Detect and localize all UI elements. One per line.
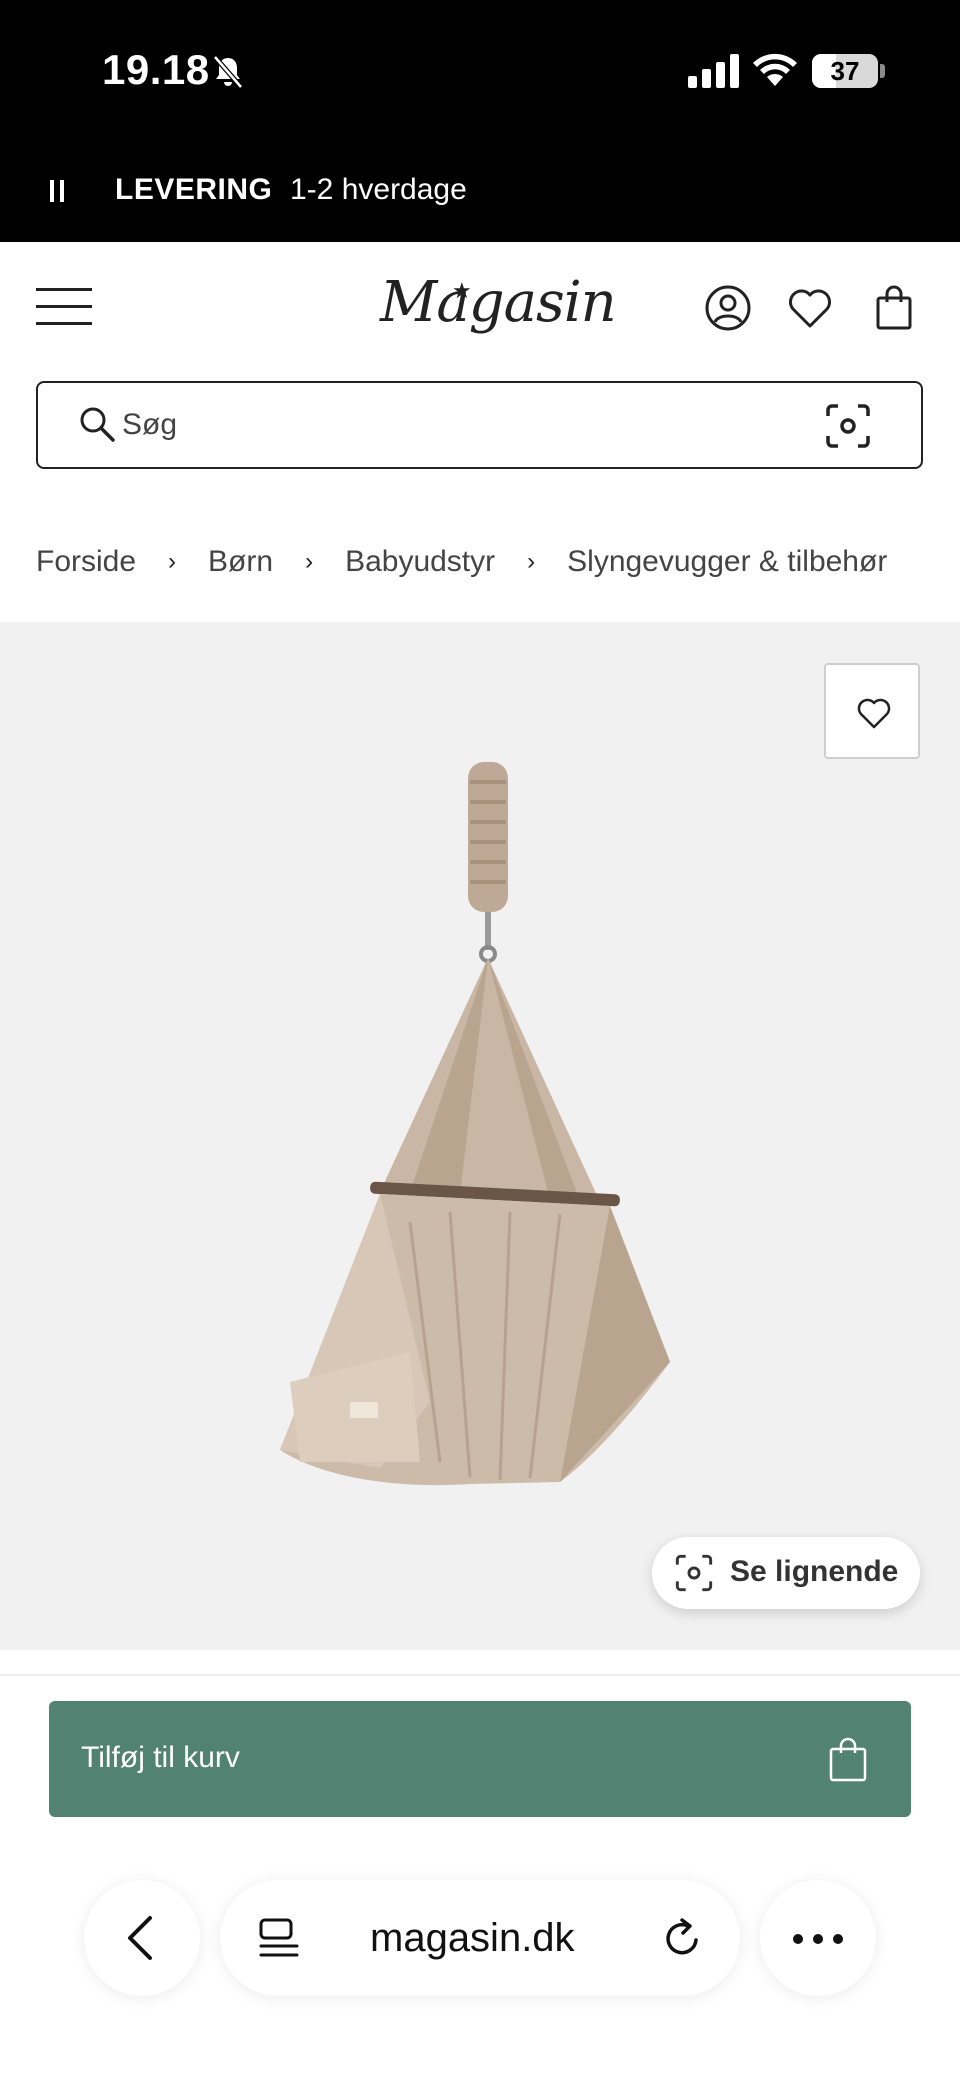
shopping-bag-icon[interactable] [870, 284, 918, 332]
heart-icon[interactable] [786, 284, 834, 332]
pause-icon[interactable] [50, 180, 64, 202]
status-bar: 19.18 37 [0, 0, 960, 140]
camera-scan-icon [675, 1554, 713, 1592]
breadcrumb-item-babyudstyr[interactable]: Babyudstyr [345, 545, 495, 579]
search-input[interactable] [122, 401, 722, 449]
shopping-bag-icon [829, 1737, 867, 1782]
status-time: 19.18 [102, 46, 210, 93]
tabs-icon[interactable] [258, 1918, 300, 1958]
site-header: Magasin [0, 242, 960, 372]
more-icon-dot [813, 1934, 823, 1944]
battery-icon: 37 [812, 54, 878, 88]
bell-slash-icon [213, 55, 243, 89]
wifi-icon [753, 53, 797, 86]
reload-icon[interactable] [662, 1918, 704, 1960]
logo-star-icon: ★ [452, 278, 472, 303]
breadcrumb-separator: › [305, 548, 314, 575]
delivery-banner: LEVERING 1-2 hverdage [0, 140, 960, 242]
add-to-cart-bar: Tilføj til kurv [0, 1650, 960, 1880]
divider [0, 1674, 960, 1676]
camera-scan-icon[interactable] [824, 402, 872, 450]
more-icon-dot [833, 1934, 843, 1944]
heart-icon [857, 698, 891, 729]
address-bar[interactable]: magasin.dk [220, 1880, 740, 1996]
browser-back-button[interactable] [84, 1880, 200, 1996]
menu-icon[interactable] [36, 288, 92, 326]
search-bar[interactable] [36, 381, 923, 469]
delivery-value: 1-2 hverdage [290, 173, 467, 206]
breadcrumb: Forside › Børn › Babyudstyr › Slyngevugg… [36, 540, 887, 584]
product-image-hammock [280, 762, 670, 1486]
breadcrumb-separator: › [168, 548, 177, 575]
signal-icon [688, 54, 739, 88]
breadcrumb-separator: › [527, 548, 536, 575]
add-to-cart-button[interactable]: Tilføj til kurv [49, 1701, 911, 1817]
back-icon [128, 1916, 152, 1960]
breadcrumb-item-forside[interactable]: Forside [36, 545, 136, 579]
browser-toolbar: magasin.dk [0, 1880, 960, 2081]
search-icon [80, 407, 115, 442]
favorite-button[interactable] [824, 663, 920, 759]
url-text[interactable]: magasin.dk [370, 1916, 575, 1961]
breadcrumb-item-slyngevugger[interactable]: Slyngevugger & tilbehør [567, 545, 887, 579]
more-icon-dot [793, 1934, 803, 1944]
battery-percent: 37 [830, 56, 860, 86]
battery-tip [880, 64, 885, 78]
add-to-cart-label: Tilføj til kurv [81, 1741, 240, 1774]
see-similar-label: Se lignende [730, 1555, 899, 1588]
site-logo[interactable]: Magasin [380, 270, 617, 340]
more-button[interactable] [760, 1880, 876, 1996]
product-image-gallery[interactable]: Se lignende [0, 622, 960, 1650]
account-icon[interactable] [704, 284, 752, 332]
delivery-label: LEVERING [115, 173, 273, 206]
breadcrumb-item-born[interactable]: Børn [208, 545, 273, 579]
see-similar-button[interactable]: Se lignende [652, 1537, 920, 1609]
